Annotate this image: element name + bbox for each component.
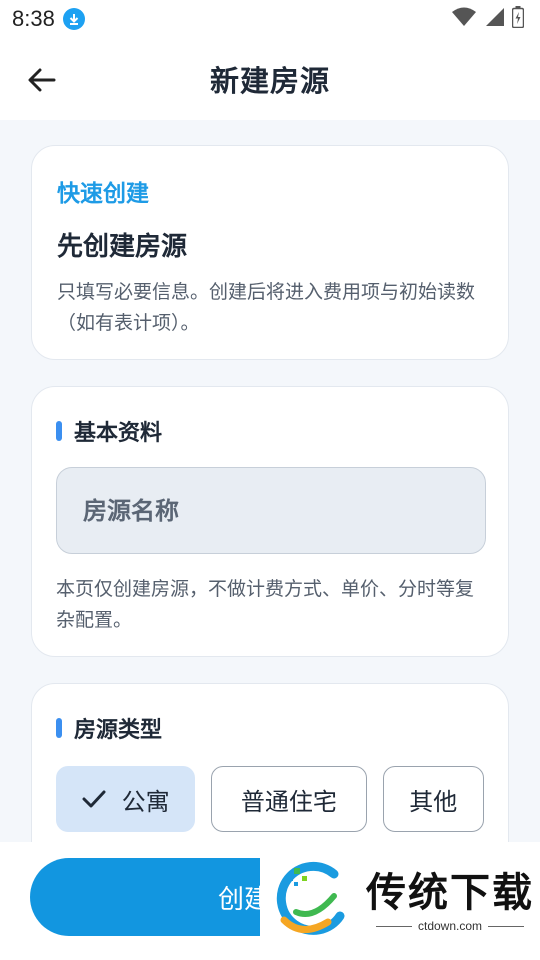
section-accent-bar: [56, 718, 62, 738]
section-accent-bar: [56, 421, 62, 441]
watermark-url-line: ctdown.com: [375, 919, 525, 933]
quick-create-title: 先创建房源: [57, 232, 188, 262]
status-time: 8:38: [12, 6, 55, 31]
watermark-rule: [375, 925, 412, 927]
property-type-header: 房源类型: [56, 712, 484, 744]
watermark-text: 传统下载 ctdown.com: [366, 869, 534, 933]
type-option-label: 普通住宅: [240, 787, 337, 816]
type-option-apartment[interactable]: 公寓: [56, 766, 196, 832]
watermark-overlay: 传统下载 ctdown.com: [260, 842, 540, 960]
property-type-options: 公寓 普通住宅 其他: [56, 766, 484, 832]
basic-info-title: 基本资料: [74, 421, 163, 446]
back-button[interactable]: [22, 60, 62, 100]
battery-icon: [511, 6, 525, 32]
basic-info-description: 本页仅创建房源，不做计费方式、单价、分时等复杂配置。: [56, 578, 475, 631]
type-option-residence[interactable]: 普通住宅: [211, 766, 367, 832]
watermark-brand: 传统下载: [366, 870, 534, 916]
basic-info-header: 基本资料: [56, 415, 484, 447]
property-name-input[interactable]: [56, 467, 486, 554]
property-type-title: 房源类型: [74, 718, 163, 743]
basic-info-card: 基本资料 本页仅创建房源，不做计费方式、单价、分时等复杂配置。: [31, 386, 509, 657]
type-option-label: 公寓: [121, 787, 170, 816]
watermark-rule: [488, 925, 525, 927]
type-option-other[interactable]: 其他: [382, 766, 484, 832]
page-title: 新建房源: [209, 64, 330, 98]
wifi-icon: [452, 7, 476, 31]
quick-create-card: 快速创建 先创建房源 只填写必要信息。创建后将进入费用项与初始读数（如有表计项）…: [31, 145, 509, 360]
signal-icon: [484, 7, 504, 31]
type-option-label: 其他: [409, 787, 458, 816]
status-bar: 8:38: [0, 0, 540, 38]
quick-create-description: 只填写必要信息。创建后将进入费用项与初始读数（如有表计项）。: [57, 281, 476, 334]
back-arrow-icon: [28, 68, 56, 92]
app-bar: 新建房源: [0, 38, 540, 120]
watermark-url: ctdown.com: [417, 919, 483, 933]
watermark-logo-icon: [276, 861, 345, 935]
quick-create-label: 快速创建: [57, 181, 149, 207]
check-icon: [82, 790, 106, 808]
download-icon: [62, 8, 85, 30]
